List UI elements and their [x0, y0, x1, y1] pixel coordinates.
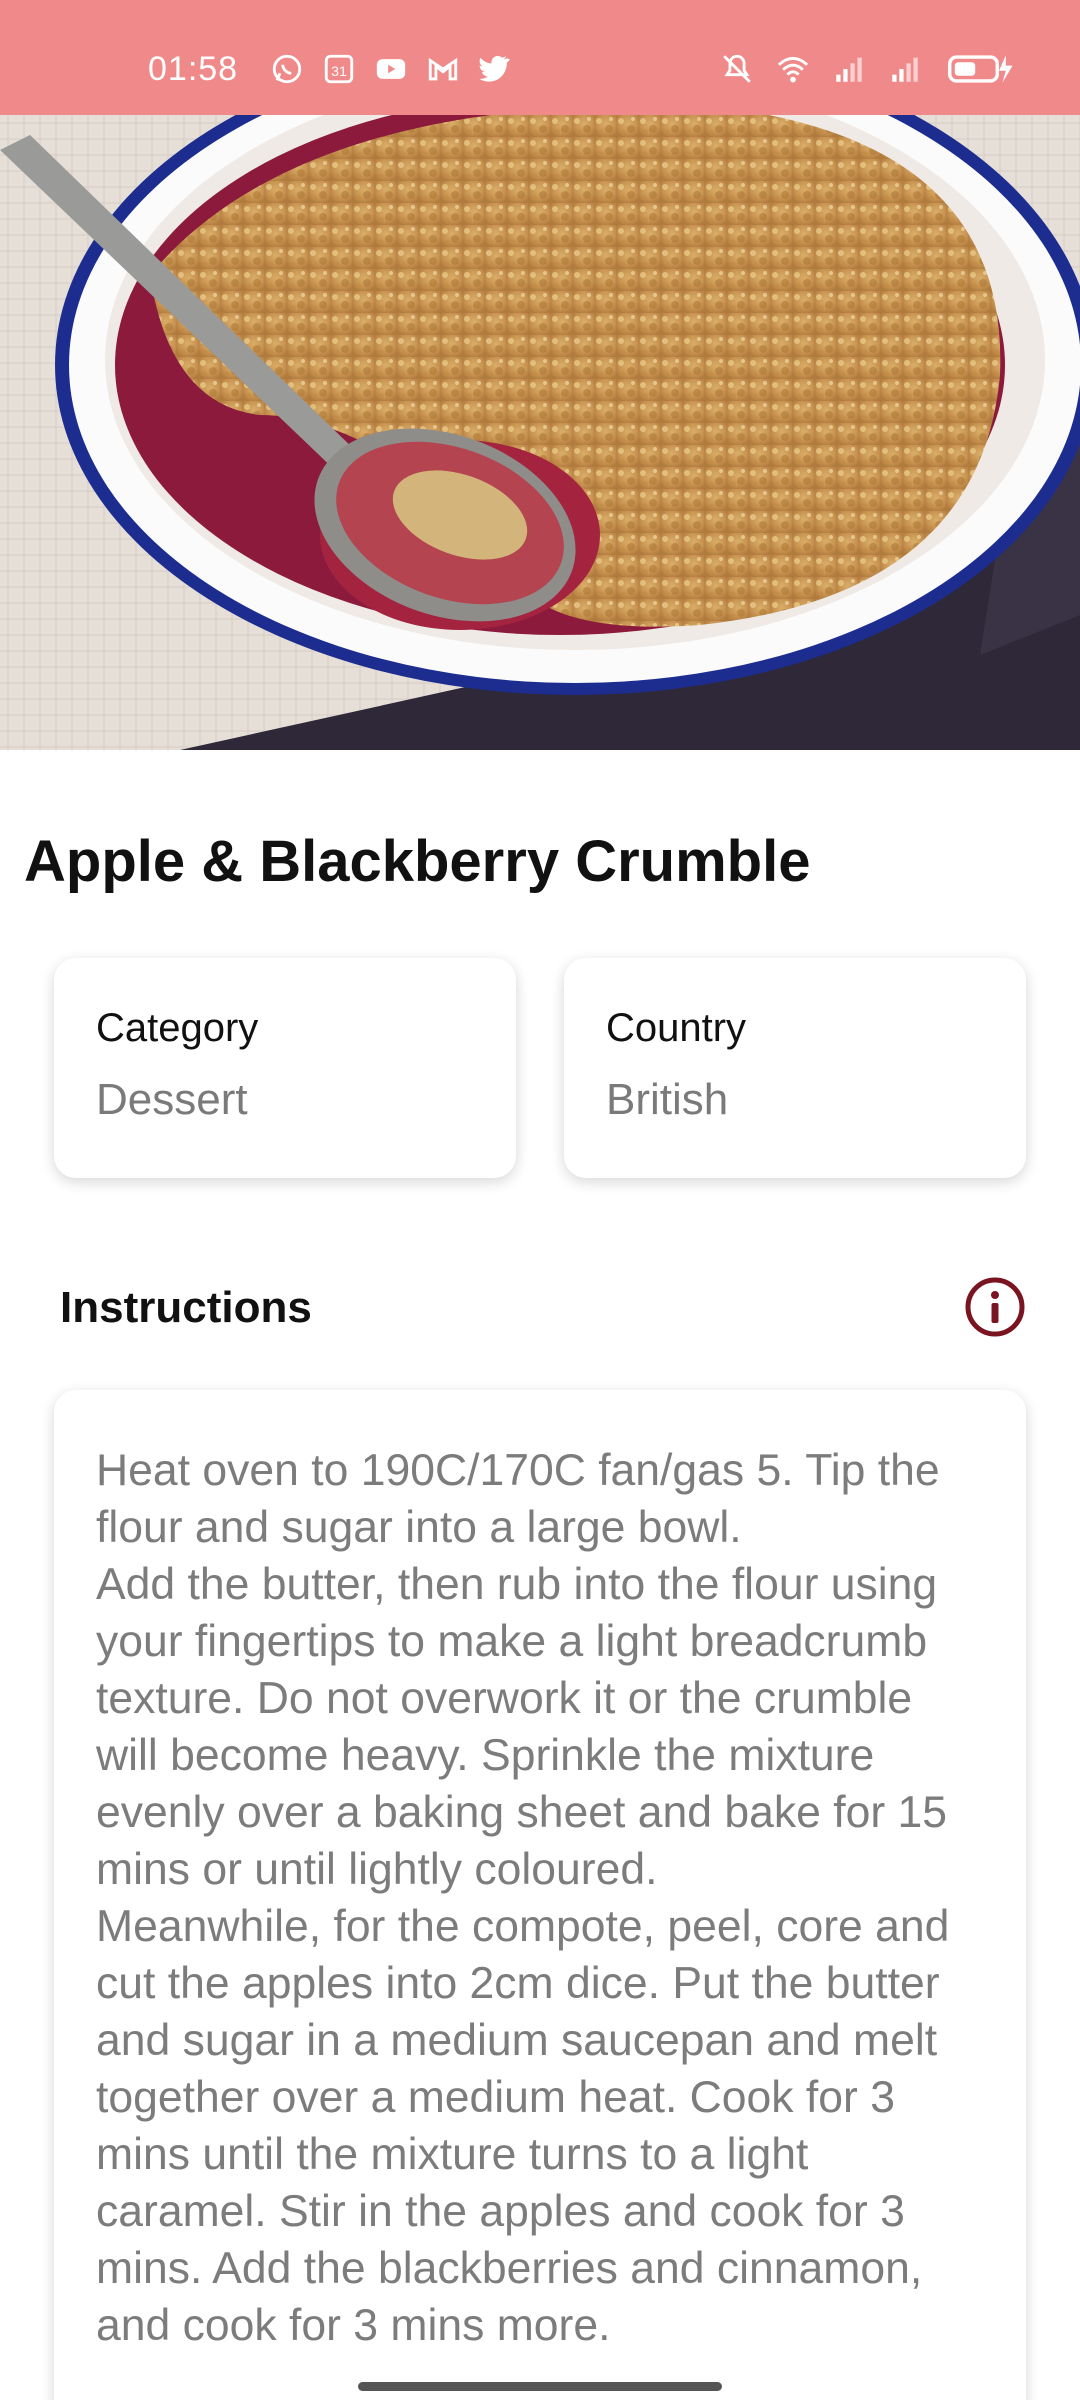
meal-image	[0, 115, 1080, 750]
meal-title: Apple & Blackberry Crumble	[24, 829, 811, 894]
country-label: Country	[606, 1006, 747, 1050]
status-time: 01:58	[148, 50, 239, 88]
wifi-icon	[774, 52, 812, 86]
mute-icon	[718, 52, 756, 86]
instructions-heading: Instructions	[60, 1283, 312, 1332]
category-value: Dessert	[96, 1075, 248, 1124]
category-card: Category Dessert	[54, 958, 516, 1178]
system-icons	[718, 52, 1022, 86]
status-bar: 01:58 31	[0, 0, 1080, 115]
instructions-text: Heat oven to 190C/170C fan/gas 5. Tip th…	[96, 1446, 950, 2350]
calendar-day: 31	[331, 64, 347, 80]
gmail-icon	[424, 52, 462, 86]
notification-icons: 31	[268, 52, 514, 86]
country-card: Country British	[564, 958, 1026, 1178]
twitter-icon	[476, 52, 514, 86]
category-label: Category	[96, 1006, 259, 1050]
signal-icon	[830, 52, 868, 86]
instructions-card: Heat oven to 190C/170C fan/gas 5. Tip th…	[54, 1390, 1026, 2400]
signal-icon	[886, 52, 924, 86]
screen: 01:58 31 Apple & Blackberry Crumble Cate…	[0, 0, 1080, 2400]
country-value: British	[606, 1075, 729, 1124]
navigation-handle[interactable]	[358, 2382, 722, 2391]
info-icon[interactable]	[964, 1276, 1026, 1338]
calendar-icon: 31	[320, 52, 358, 86]
youtube-icon	[372, 52, 410, 86]
battery-icon	[942, 52, 1022, 86]
whatsapp-icon	[268, 52, 306, 86]
